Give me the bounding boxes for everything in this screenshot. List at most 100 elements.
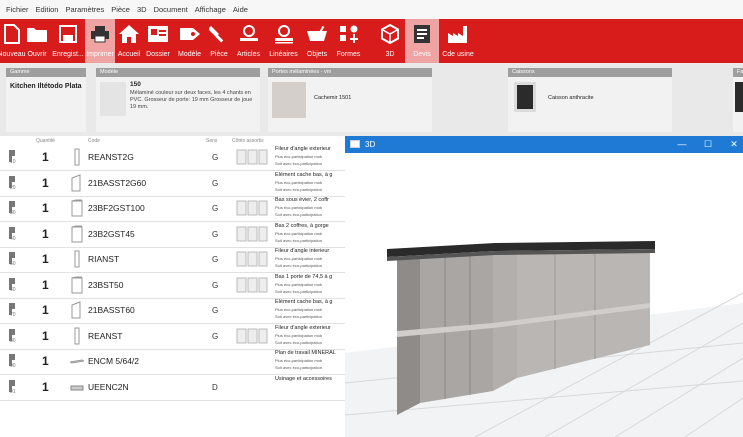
row-position: 60 xyxy=(10,286,16,293)
window-3d-titlebar[interactable]: 3D — ☐ ✕ xyxy=(345,136,743,153)
modele-swatch xyxy=(100,82,126,116)
ribbon-button-14[interactable]: Cde usine xyxy=(439,19,477,63)
side-panels-icon[interactable] xyxy=(236,277,268,293)
ribbon-button-5[interactable]: Dossier xyxy=(143,19,173,63)
side-panels-icon[interactable] xyxy=(236,328,268,344)
table-row[interactable]: 60 1 23BST50 G Bas 1 porte de 74,5 à g Plus é… xyxy=(0,273,345,299)
row-quantity[interactable]: 1 xyxy=(42,354,49,368)
table-row[interactable]: 70 1 21BASST60 G Elément cache bas, à g Plus … xyxy=(0,299,345,324)
row-thumbnail xyxy=(70,327,84,345)
row-thumbnail xyxy=(70,276,84,294)
menu-item-2[interactable]: Paramètres xyxy=(65,5,104,14)
table-row[interactable]: 40 1 23B2GST45 G Bas 2 coffres, à gorge Plus … xyxy=(0,222,345,248)
menu-item-7[interactable]: Aide xyxy=(233,5,248,14)
table-row[interactable]: 10 1 REANST2G G Fileur d'angle exterieur Plus… xyxy=(0,146,345,171)
row-description: Plan de travail MINERAL xyxy=(275,350,336,356)
ribbon-button-4[interactable]: Accueil xyxy=(115,19,143,63)
side-panels-icon[interactable] xyxy=(236,226,268,242)
menu-item-6[interactable]: Affichage xyxy=(195,5,226,14)
table-row[interactable]: 80 1 REANST G Fileur d'angle exterieur Plus é… xyxy=(0,324,345,350)
row-quantity[interactable]: 1 xyxy=(42,380,49,394)
portes-column[interactable]: Portes mélaminées - vm Cachemir 1501 xyxy=(268,68,432,132)
paint-roller-icon xyxy=(208,23,230,45)
row-sens[interactable]: D xyxy=(212,383,218,392)
row-code[interactable]: UEENC2N xyxy=(88,382,129,392)
row-quantity[interactable]: 1 xyxy=(42,329,49,343)
menu-item-4[interactable]: 3D xyxy=(137,5,147,14)
row-code[interactable]: 23B2GST45 xyxy=(88,229,135,239)
row-sens[interactable]: G xyxy=(212,306,218,315)
bowl-icon xyxy=(306,23,328,45)
row-code[interactable]: 21BASST2G60 xyxy=(88,178,146,188)
window-3d[interactable]: 3D — ☐ ✕ xyxy=(345,136,743,437)
row-quantity[interactable]: 1 xyxy=(42,176,49,190)
ribbon-button-0[interactable]: Nouveau xyxy=(0,19,26,63)
ribbon-button-11[interactable]: Formes xyxy=(332,19,365,63)
row-position: 20 xyxy=(10,184,16,191)
code-header: Code xyxy=(88,138,100,144)
row-sens[interactable]: G xyxy=(212,153,218,162)
row-code[interactable]: ENCM 5/64/2 xyxy=(88,356,139,366)
ribbon-button-12[interactable]: 3D xyxy=(375,19,405,63)
row-quantity[interactable]: 1 xyxy=(42,278,49,292)
modele-column[interactable]: Modèle 150 Mélaminé couleur sur deux fac… xyxy=(96,68,260,132)
row-code[interactable]: 23BST50 xyxy=(88,280,123,290)
ribbon-button-1[interactable]: Ouvrir xyxy=(23,19,51,63)
caisson-column[interactable]: Caissons Caisson anthracite xyxy=(508,68,672,132)
row-sens[interactable]: G xyxy=(212,332,218,341)
gamme-value: Kitchen Iltétodo Plata xyxy=(10,83,82,90)
side-panels-icon[interactable] xyxy=(236,200,268,216)
table-row[interactable]: 30 1 23BF2GST100 G Bas sous évier, 2 coffr Pl… xyxy=(0,197,345,222)
table-row[interactable]: 20 1 21BASST2G60 G Elément cache bas, à g Plu… xyxy=(0,171,345,197)
row-code[interactable]: RIANST xyxy=(88,254,119,264)
menu-item-1[interactable]: Edition xyxy=(36,5,59,14)
ribbon-button-2[interactable]: Enregist... xyxy=(51,19,85,63)
menu-item-5[interactable]: Document xyxy=(154,5,188,14)
window-3d-title: 3D xyxy=(365,140,376,149)
printer-icon xyxy=(89,23,111,45)
ribbon-button-7[interactable]: Pièce xyxy=(206,19,232,63)
ribbon-button-8[interactable]: Articles xyxy=(232,19,265,63)
row-eco-participation: Plus éco-participation mob xyxy=(275,154,323,159)
minimize-icon[interactable]: — xyxy=(675,138,689,150)
row-sens[interactable]: G xyxy=(212,179,218,188)
row-code[interactable]: REANST2G xyxy=(88,152,134,162)
row-code[interactable]: 21BASST60 xyxy=(88,305,135,315)
row-sens[interactable]: G xyxy=(212,204,218,213)
table-row[interactable]: 90 1 ENCM 5/64/2 Plan de travail MINERAL Plu… xyxy=(0,350,345,375)
row-quantity[interactable]: 1 xyxy=(42,201,49,215)
extra-column[interactable]: Fa xyxy=(733,68,743,132)
gamme-column[interactable]: Gamme Kitchen Iltétodo Plata xyxy=(6,68,86,132)
row-sens[interactable]: G xyxy=(212,230,218,239)
ribbon-button-13[interactable]: Devis xyxy=(405,19,439,63)
row-code[interactable]: 23BF2GST100 xyxy=(88,203,145,213)
side-panels-icon[interactable] xyxy=(236,251,268,267)
table-row[interactable]: 50 1 RIANST G Fileur d'angle interieur Plus é… xyxy=(0,248,345,273)
qty-header: Quantité xyxy=(36,138,55,144)
row-description: Fileur d'angle interieur xyxy=(275,248,330,254)
row-quantity[interactable]: 1 xyxy=(42,303,49,317)
ribbon-button-3[interactable]: Imprimer xyxy=(85,19,115,63)
row-sens[interactable]: G xyxy=(212,281,218,290)
row-thumbnail xyxy=(70,225,84,243)
ribbon-button-label: Accueil xyxy=(117,51,141,58)
ribbon-button-label: Ouvrir xyxy=(27,51,47,58)
row-sens[interactable]: G xyxy=(212,255,218,264)
row-code[interactable]: REANST xyxy=(88,331,122,341)
ribbon-button-6[interactable]: Modèle xyxy=(173,19,206,63)
row-total-with-eco: Soit avec éco-participation xyxy=(275,288,322,294)
side-panels-icon[interactable] xyxy=(236,149,268,165)
row-quantity[interactable]: 1 xyxy=(42,252,49,266)
ribbon-button-9[interactable]: Linéaires xyxy=(265,19,302,63)
ribbon-button-10[interactable]: Objets xyxy=(302,19,332,63)
row-thumbnail xyxy=(70,199,84,217)
table-row[interactable]: 91 1 UEENC2N D Usinage et accessoires xyxy=(0,375,345,401)
maximize-icon[interactable]: ☐ xyxy=(701,138,715,150)
3d-viewport[interactable] xyxy=(345,153,743,437)
menu-item-0[interactable]: Fichier xyxy=(6,5,29,14)
row-quantity[interactable]: 1 xyxy=(42,227,49,241)
row-total-with-eco: Soit avec éco-participation xyxy=(275,161,322,166)
row-quantity[interactable]: 1 xyxy=(42,150,49,164)
menu-item-3[interactable]: Pièce xyxy=(111,5,130,14)
close-icon[interactable]: ✕ xyxy=(727,138,741,150)
